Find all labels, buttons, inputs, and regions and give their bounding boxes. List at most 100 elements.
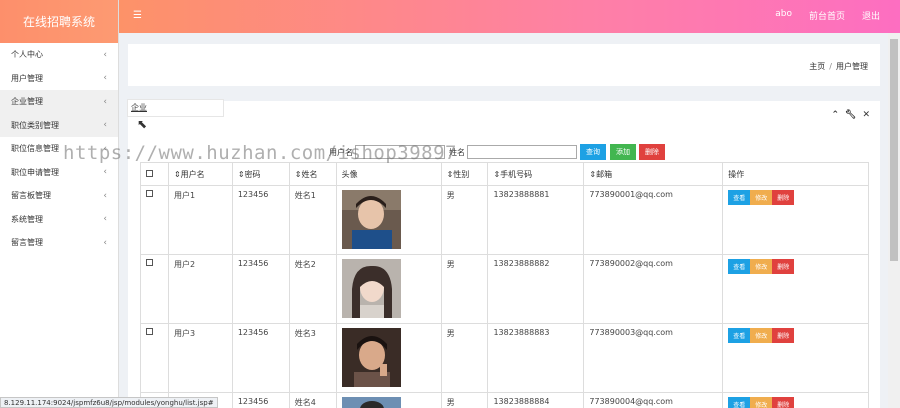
chevron-left-icon: ‹ [103, 167, 107, 178]
chevron-left-icon: ‹ [103, 214, 107, 225]
sidebar-item-user-management[interactable]: 用户管理 ‹ [0, 67, 118, 91]
cell-email: 773890001@qq.com [583, 185, 724, 255]
mouse-cursor-icon: ⬉ [137, 117, 148, 131]
app-title: 在线招聘系统 [0, 0, 118, 43]
top-links: abo 前台首页 退出 [775, 9, 880, 22]
chevron-left-icon: ‹ [103, 190, 107, 201]
table-header-row: ⇕用户名 ⇕密码 ⇕姓名 头像 ⇕性别 ⇕手机号码 ⇕邮箱 操作 [140, 162, 869, 186]
view-button[interactable]: 查看 [728, 190, 751, 205]
cell-phone: 13823888883 [487, 323, 585, 393]
avatar [341, 190, 401, 249]
column-header[interactable]: ⇕手机号码 [487, 162, 585, 186]
row-actions: 查看 修改 删除 [728, 259, 863, 274]
name-input[interactable] [467, 145, 577, 159]
query-button[interactable]: 查询 [580, 144, 606, 160]
add-button[interactable]: 添加 [610, 144, 636, 160]
cell-password: 123456 [231, 254, 290, 324]
delete-button[interactable]: 删除 [772, 259, 795, 274]
chevron-left-icon: ‹ [103, 73, 107, 84]
cell-gender: 男 [440, 254, 489, 324]
view-button[interactable]: 查看 [728, 397, 751, 408]
table-row: 用户1 123456 姓名1 男 13823888881 773890001@q… [140, 185, 869, 255]
cell-username: 用户2 [167, 254, 233, 324]
cell-username: 用户1 [167, 185, 233, 255]
user-table: ⇕用户名 ⇕密码 ⇕姓名 头像 ⇕性别 ⇕手机号码 ⇕邮箱 操作 用户1 123… [140, 162, 869, 408]
close-icon[interactable]: ✕ [862, 110, 870, 120]
table-row: 用户2 123456 姓名2 男 13823888882 773890002@q… [140, 254, 869, 324]
row-actions: 查看 修改 删除 [728, 328, 863, 343]
sidebar-item-message[interactable]: 留言管理 ‹ [0, 231, 118, 255]
sidebar-item-job-category[interactable]: 职位类别管理 ‹ [0, 113, 118, 137]
row-checkbox[interactable] [146, 259, 153, 266]
delete-button[interactable]: 删除 [772, 190, 795, 205]
scroll-thumb[interactable] [890, 39, 898, 261]
username-link[interactable]: abo [775, 9, 792, 22]
select-all-checkbox[interactable] [146, 169, 153, 177]
delete-button[interactable]: 删除 [772, 397, 795, 408]
breadcrumb: 主页 / 用户管理 [809, 61, 868, 72]
table-row: 用户4 123456 姓名4 男 13823888884 773890004@q… [140, 392, 869, 408]
column-header[interactable]: ⇕用户名 [167, 162, 233, 186]
column-header: 操作 [722, 162, 869, 186]
view-button[interactable]: 查看 [728, 259, 751, 274]
cell-password: 123456 [231, 323, 290, 393]
row-actions: 查看 修改 删除 [728, 190, 863, 205]
row-actions: 查看 修改 删除 [728, 397, 863, 408]
sidebar-item-personal-center[interactable]: 个人中心 ‹ [0, 43, 118, 67]
column-header[interactable]: ⇕姓名 [288, 162, 337, 186]
table-row: 用户3 123456 姓名3 男 13823888883 773890003@q… [140, 323, 869, 393]
delete-button[interactable]: 删除 [772, 328, 795, 343]
sidebar-item-company-management[interactable]: 企业管理 ‹ [0, 90, 118, 114]
row-checkbox[interactable] [146, 328, 153, 335]
edit-button[interactable]: 修改 [750, 397, 773, 408]
cell-email: 773890003@qq.com [583, 323, 724, 393]
hover-tooltip[interactable]: 企业 [127, 99, 224, 117]
avatar [341, 397, 401, 408]
collapse-icon[interactable]: ⌃ [831, 110, 839, 120]
column-header[interactable]: ⇕密码 [231, 162, 290, 186]
row-checkbox[interactable] [146, 190, 153, 197]
watermark: https://www.huzhan.com/ishop39897 [63, 142, 457, 164]
view-button[interactable]: 查看 [728, 328, 751, 343]
breadcrumb-home[interactable]: 主页 [809, 62, 825, 71]
hamburger-icon[interactable]: ☰ [133, 10, 142, 21]
cell-phone: 13823888881 [487, 185, 585, 255]
sidebar-item-system[interactable]: 系统管理 ‹ [0, 208, 118, 232]
sidebar-item-job-application[interactable]: 职位申请管理 ‹ [0, 161, 118, 185]
top-bar: ☰ abo 前台首页 退出 [119, 0, 900, 33]
chevron-left-icon: ‹ [103, 96, 107, 107]
cell-email: 773890004@qq.com [583, 392, 724, 408]
sidebar-item-message-board[interactable]: 留言板管理 ‹ [0, 184, 118, 208]
logout-link[interactable]: 退出 [862, 9, 880, 22]
edit-button[interactable]: 修改 [750, 259, 773, 274]
wrench-icon[interactable]: 🔧︎ [845, 110, 856, 120]
chevron-left-icon: ‹ [103, 49, 107, 60]
cell-phone: 13823888884 [487, 392, 585, 408]
breadcrumb-separator: / [829, 62, 832, 71]
breadcrumb-panel: 主页 / 用户管理 [128, 44, 880, 86]
column-header: 头像 [335, 162, 442, 186]
cell-phone: 13823888882 [487, 254, 585, 324]
cell-name: 姓名3 [288, 323, 337, 393]
column-header[interactable]: ⇕邮箱 [583, 162, 724, 186]
panel-tools: ⌃ 🔧︎ ✕ [831, 110, 870, 120]
vertical-scrollbar[interactable] [888, 33, 900, 408]
edit-button[interactable]: 修改 [750, 190, 773, 205]
cell-password: 123456 [231, 392, 290, 408]
edit-button[interactable]: 修改 [750, 328, 773, 343]
panel-header: ⌃ 🔧︎ ✕ [128, 101, 880, 128]
frontend-home-link[interactable]: 前台首页 [809, 9, 845, 22]
status-bar-url: 8.129.11.174:9024/jspmfz6u8/jsp/modules/… [0, 397, 218, 408]
cell-name: 姓名4 [288, 392, 337, 408]
breadcrumb-current: 用户管理 [836, 62, 868, 71]
batch-delete-button[interactable]: 删除 [639, 144, 665, 160]
chevron-left-icon: ‹ [103, 237, 107, 248]
cell-email: 773890002@qq.com [583, 254, 724, 324]
cell-name: 姓名1 [288, 185, 337, 255]
avatar [341, 259, 401, 318]
cell-name: 姓名2 [288, 254, 337, 324]
cell-username: 用户3 [167, 323, 233, 393]
cell-gender: 男 [440, 392, 489, 408]
column-header[interactable]: ⇕性别 [440, 162, 489, 186]
sidebar: 在线招聘系统 个人中心 ‹ 用户管理 ‹ 企业管理 ‹ 职位类别管理 ‹ 职位信息管理 ‹… [0, 0, 119, 408]
